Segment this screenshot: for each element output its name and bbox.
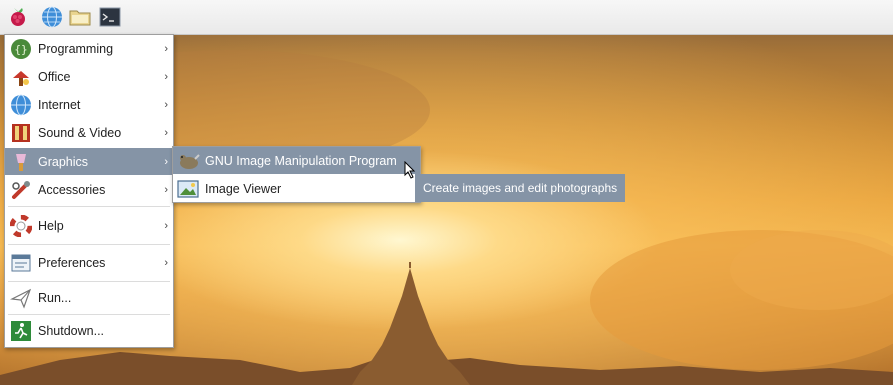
menu-item-internet[interactable]: Internet › — [5, 91, 173, 118]
menu-separator — [8, 314, 170, 315]
chevron-right-icon: › — [164, 98, 168, 111]
application-menu: {} Programming › Office › Internet › Sou… — [4, 34, 174, 348]
run-paper-plane-icon — [9, 286, 33, 310]
raspberry-menu-button[interactable] — [6, 5, 30, 29]
terminal-icon — [99, 7, 121, 27]
image-viewer-icon — [176, 178, 200, 200]
chevron-right-icon: › — [164, 257, 168, 269]
menu-item-office[interactable]: Office › — [5, 63, 173, 90]
top-panel-taskbar — [0, 0, 893, 35]
chevron-right-icon: › — [164, 70, 168, 83]
menu-separator — [8, 244, 170, 245]
menu-item-shutdown[interactable]: Shutdown... — [5, 316, 173, 346]
office-icon — [9, 65, 33, 89]
terminal-button[interactable] — [98, 5, 122, 29]
chevron-right-icon: › — [164, 155, 168, 168]
preferences-icon — [9, 251, 33, 275]
file-manager-folder-icon — [69, 10, 91, 26]
web-browser-button[interactable] — [40, 5, 64, 29]
accessories-icon — [9, 178, 33, 202]
shutdown-exit-icon — [9, 319, 33, 343]
svg-text:{}: {} — [14, 43, 27, 56]
menu-item-help[interactable]: Help › — [5, 209, 173, 243]
programming-icon: {} — [9, 37, 33, 61]
menu-item-programming[interactable]: {} Programming › — [5, 35, 173, 62]
menu-item-accessories[interactable]: Accessories › — [5, 176, 173, 203]
gimp-icon — [176, 150, 200, 172]
graphics-submenu: GNU Image Manipulation Program Image Vie… — [172, 146, 421, 203]
graphics-icon — [9, 150, 33, 174]
sound-video-icon — [9, 121, 33, 145]
chevron-right-icon: › — [164, 126, 168, 139]
file-manager-button[interactable] — [68, 5, 92, 29]
chevron-right-icon: › — [164, 220, 168, 232]
menu-separator — [8, 206, 170, 207]
chevron-right-icon: › — [164, 42, 168, 55]
web-browser-globe-icon — [42, 6, 62, 28]
chevron-right-icon: › — [164, 183, 168, 196]
raspberry-menu-icon — [11, 8, 25, 26]
tooltip: Create images and edit photographs — [415, 174, 625, 202]
menu-item-run[interactable]: Run... — [5, 283, 173, 313]
submenu-item-gimp[interactable]: GNU Image Manipulation Program — [173, 147, 420, 174]
mouse-pointer-icon — [404, 161, 416, 179]
submenu-item-image-viewer[interactable]: Image Viewer — [173, 175, 420, 202]
menu-item-preferences[interactable]: Preferences › — [5, 246, 173, 280]
help-lifebuoy-icon — [9, 214, 33, 238]
menu-item-graphics[interactable]: Graphics › — [5, 148, 173, 175]
menu-separator — [8, 281, 170, 282]
internet-globe-icon — [9, 93, 33, 117]
menu-item-sound-video[interactable]: Sound & Video › — [5, 119, 173, 146]
